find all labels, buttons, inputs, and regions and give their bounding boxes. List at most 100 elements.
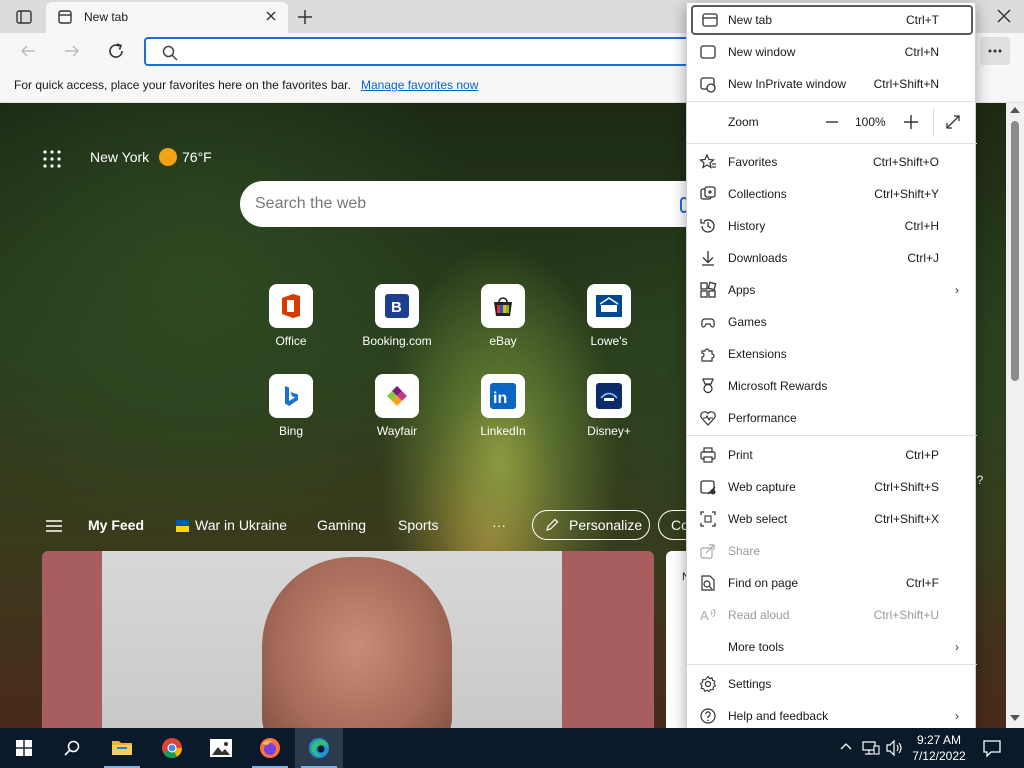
manage-favorites-link[interactable]: Manage favorites now xyxy=(361,78,478,92)
tab-actions-icon xyxy=(16,10,32,24)
menu-item-shortcut: Ctrl+N xyxy=(904,45,939,59)
quick-link-disney[interactable]: Disney+ xyxy=(564,374,654,438)
volume-icon[interactable] xyxy=(886,740,904,756)
menu-item-label: Find on page xyxy=(728,576,799,590)
menu-item-web-select[interactable]: Web select Ctrl+Shift+X xyxy=(687,504,977,534)
wayfair-icon xyxy=(387,386,407,406)
show-hidden-icons-chevron-up-icon[interactable] xyxy=(840,742,852,750)
taskbar-search-button[interactable] xyxy=(48,728,96,768)
rewards-icon xyxy=(702,378,714,394)
menu-separator xyxy=(687,143,977,144)
personalize-button[interactable]: Personalize xyxy=(532,510,650,540)
scroll-up-arrow-icon[interactable] xyxy=(1010,107,1020,113)
taskbar-clock[interactable]: 9:27 AM 7/12/2022 xyxy=(908,732,970,764)
back-button[interactable] xyxy=(16,39,40,63)
menu-item-shortcut: Ctrl+H xyxy=(904,219,939,233)
menu-item-new-window[interactable]: New window Ctrl+N xyxy=(687,37,977,67)
window-close-icon[interactable] xyxy=(996,8,1012,24)
menu-item-shortcut: Ctrl+J xyxy=(907,251,939,265)
news-card[interactable] xyxy=(42,551,654,728)
settings-and-more-menu: New tab Ctrl+T New window Ctrl+N New InP… xyxy=(686,2,977,731)
fullscreen-icon[interactable] xyxy=(945,114,961,130)
menu-item-help-and-feedback[interactable]: Help and feedback › xyxy=(687,701,977,731)
quick-link-wayfair[interactable]: Wayfair xyxy=(352,374,442,438)
weather-temperature[interactable]: 76°F xyxy=(182,149,212,165)
tab-new-tab[interactable]: New tab xyxy=(46,2,288,33)
quick-link-linkedin[interactable]: in LinkedIn xyxy=(458,374,548,438)
scrollbar-thumb[interactable] xyxy=(1011,121,1019,381)
menu-item-apps[interactable]: Apps › xyxy=(687,275,977,305)
menu-item-performance[interactable]: Performance xyxy=(687,403,977,433)
downloads-icon xyxy=(702,251,714,266)
menu-item-microsoft-rewards[interactable]: Microsoft Rewards xyxy=(687,371,977,401)
taskbar-chrome[interactable] xyxy=(148,728,196,768)
feed-tab-war-in-ukraine[interactable]: War in Ukraine xyxy=(195,517,287,533)
menu-item-collections[interactable]: Collections Ctrl+Shift+Y xyxy=(687,179,977,209)
menu-item-more-tools[interactable]: More tools › xyxy=(687,632,977,662)
forward-button[interactable] xyxy=(60,39,84,63)
new-tab-icon xyxy=(702,13,718,27)
quick-link-ebay[interactable]: eBay xyxy=(458,284,548,348)
menu-item-shortcut: Ctrl+P xyxy=(905,448,939,462)
web-select-icon xyxy=(700,511,716,527)
extensions-icon xyxy=(701,348,715,362)
menu-item-print[interactable]: Print Ctrl+P xyxy=(687,440,977,470)
taskbar-firefox[interactable] xyxy=(246,728,294,768)
menu-item-settings[interactable]: Settings xyxy=(687,669,977,699)
menu-item-favorites[interactable]: Favorites Ctrl+Shift+O xyxy=(687,147,977,177)
refresh-button[interactable] xyxy=(104,39,128,63)
zoom-out-icon[interactable] xyxy=(825,115,839,129)
quick-link-lowes[interactable]: Lowe's xyxy=(564,284,654,348)
start-button[interactable] xyxy=(0,728,48,768)
lowes-icon xyxy=(596,295,622,317)
tab-title: New tab xyxy=(84,10,129,24)
menu-item-new-inprivate-window[interactable]: New InPrivate window Ctrl+Shift+N xyxy=(687,69,977,99)
hamburger-menu-icon[interactable] xyxy=(46,520,62,532)
menu-item-games[interactable]: Games xyxy=(687,307,977,337)
taskbar-file-explorer[interactable] xyxy=(98,728,146,768)
quick-link-bing[interactable]: Bing xyxy=(246,374,336,438)
address-bar[interactable] xyxy=(144,37,704,66)
tab-actions-button[interactable] xyxy=(8,6,40,28)
page-scrollbar[interactable] xyxy=(1006,103,1024,728)
feed-tab-my-feed[interactable]: My Feed xyxy=(88,517,144,533)
collections-icon xyxy=(700,186,716,200)
favorites-bar-message: For quick access, place your favorites h… xyxy=(14,78,351,92)
quick-link-booking[interactable]: B Booking.com xyxy=(352,284,442,348)
notification-center-icon[interactable] xyxy=(982,738,1002,758)
zoom-in-icon[interactable] xyxy=(903,114,919,130)
new-window-icon xyxy=(700,45,716,59)
web-search-box[interactable]: Search the web xyxy=(240,181,710,227)
menu-item-downloads[interactable]: Downloads Ctrl+J xyxy=(687,243,977,273)
menu-item-extensions[interactable]: Extensions xyxy=(687,339,977,369)
menu-item-label: Settings xyxy=(728,677,772,691)
menu-item-read-aloud: A Read aloud Ctrl+Shift+U xyxy=(687,600,977,630)
more-dots-icon xyxy=(988,49,1002,53)
taskbar-photos[interactable] xyxy=(197,728,245,768)
read-aloud-icon: A xyxy=(700,608,716,623)
network-icon[interactable] xyxy=(862,740,880,756)
ukraine-flag-icon xyxy=(176,520,189,532)
menu-item-new-tab[interactable]: New tab Ctrl+T xyxy=(691,5,973,35)
arrow-right-icon xyxy=(65,45,80,57)
menu-item-label: Collections xyxy=(728,187,787,201)
menu-item-find-on-page[interactable]: Find on page Ctrl+F xyxy=(687,568,977,598)
favorites-icon xyxy=(699,153,716,169)
zoom-level: 100% xyxy=(855,115,886,129)
menu-item-label: Performance xyxy=(728,411,797,425)
menu-item-label: Zoom xyxy=(728,115,759,129)
weather-location[interactable]: New York xyxy=(90,149,149,165)
chevron-right-icon: › xyxy=(955,283,959,297)
new-tab-button[interactable] xyxy=(293,6,317,28)
close-tab-icon[interactable] xyxy=(264,9,278,23)
quick-link-office[interactable]: Office xyxy=(246,284,336,348)
settings-and-more-button[interactable] xyxy=(980,37,1010,65)
feed-more-button[interactable]: ··· xyxy=(492,517,506,533)
app-launcher-icon[interactable] xyxy=(43,150,61,168)
taskbar-edge[interactable] xyxy=(295,728,343,768)
feed-tab-sports[interactable]: Sports xyxy=(398,517,438,533)
scroll-down-arrow-icon[interactable] xyxy=(1010,715,1020,721)
feed-tab-gaming[interactable]: Gaming xyxy=(317,517,366,533)
menu-item-web-capture[interactable]: Web capture Ctrl+Shift+S xyxy=(687,472,977,502)
menu-item-history[interactable]: History Ctrl+H xyxy=(687,211,977,241)
